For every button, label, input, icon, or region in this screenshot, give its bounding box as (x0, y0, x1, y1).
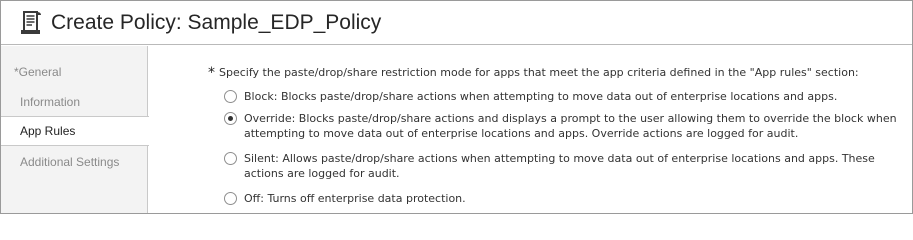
override-radio[interactable] (224, 112, 237, 125)
option-off: Off: Turns off enterprise data protectio… (224, 191, 909, 206)
sidebar-item-information[interactable]: Information (1, 87, 147, 117)
sidebar-item-label: *General (14, 65, 62, 79)
required-marker: * (208, 65, 215, 81)
option-line: actions are logged for audit. (244, 167, 400, 180)
page-title: Create Policy: Sample_EDP_Policy (51, 10, 382, 34)
prompt-text: Specify the paste/drop/share restriction… (219, 66, 859, 79)
create-policy-window: Create Policy: Sample_EDP_Policy *Genera… (0, 0, 913, 214)
sidebar-item-label: App Rules (20, 124, 76, 138)
block-radio[interactable] (224, 90, 237, 103)
sidebar-item-additional-settings[interactable]: Additional Settings (1, 147, 147, 177)
option-line: Override: Blocks paste/drop/share action… (244, 112, 897, 125)
option-line: Off: Turns off enterprise data protectio… (244, 192, 466, 205)
option-line: Block: Blocks paste/drop/share actions w… (244, 90, 838, 103)
silent-radio[interactable] (224, 152, 237, 165)
option-silent: Silent: Allows paste/drop/share actions … (224, 151, 909, 181)
off-radio[interactable] (224, 192, 237, 205)
sidebar-item-label: Additional Settings (20, 155, 120, 169)
header: Create Policy: Sample_EDP_Policy (1, 1, 912, 45)
sidebar-item-label: Information (20, 95, 81, 109)
option-line: attempting to move data out of enterpris… (244, 127, 799, 140)
sidebar-item-app-rules[interactable]: App Rules (1, 116, 149, 146)
option-label: Off: Turns off enterprise data protectio… (244, 191, 466, 206)
option-line: Silent: Allows paste/drop/share actions … (244, 152, 875, 165)
main-content: * Specify the paste/drop/share restrictio… (149, 46, 912, 213)
option-label: Silent: Allows paste/drop/share actions … (244, 151, 875, 181)
restriction-mode-prompt: * Specify the paste/drop/share restrictio… (208, 64, 908, 81)
option-label: Override: Blocks paste/drop/share action… (244, 111, 897, 141)
option-block: Block: Blocks paste/drop/share actions w… (224, 89, 909, 104)
sidebar: *General Information App Rules Additiona… (1, 46, 149, 213)
option-override: Override: Blocks paste/drop/share action… (224, 111, 909, 141)
sidebar-item-general[interactable]: *General (1, 57, 147, 87)
option-label: Block: Blocks paste/drop/share actions w… (244, 89, 837, 104)
policy-scroll-icon (20, 10, 42, 36)
